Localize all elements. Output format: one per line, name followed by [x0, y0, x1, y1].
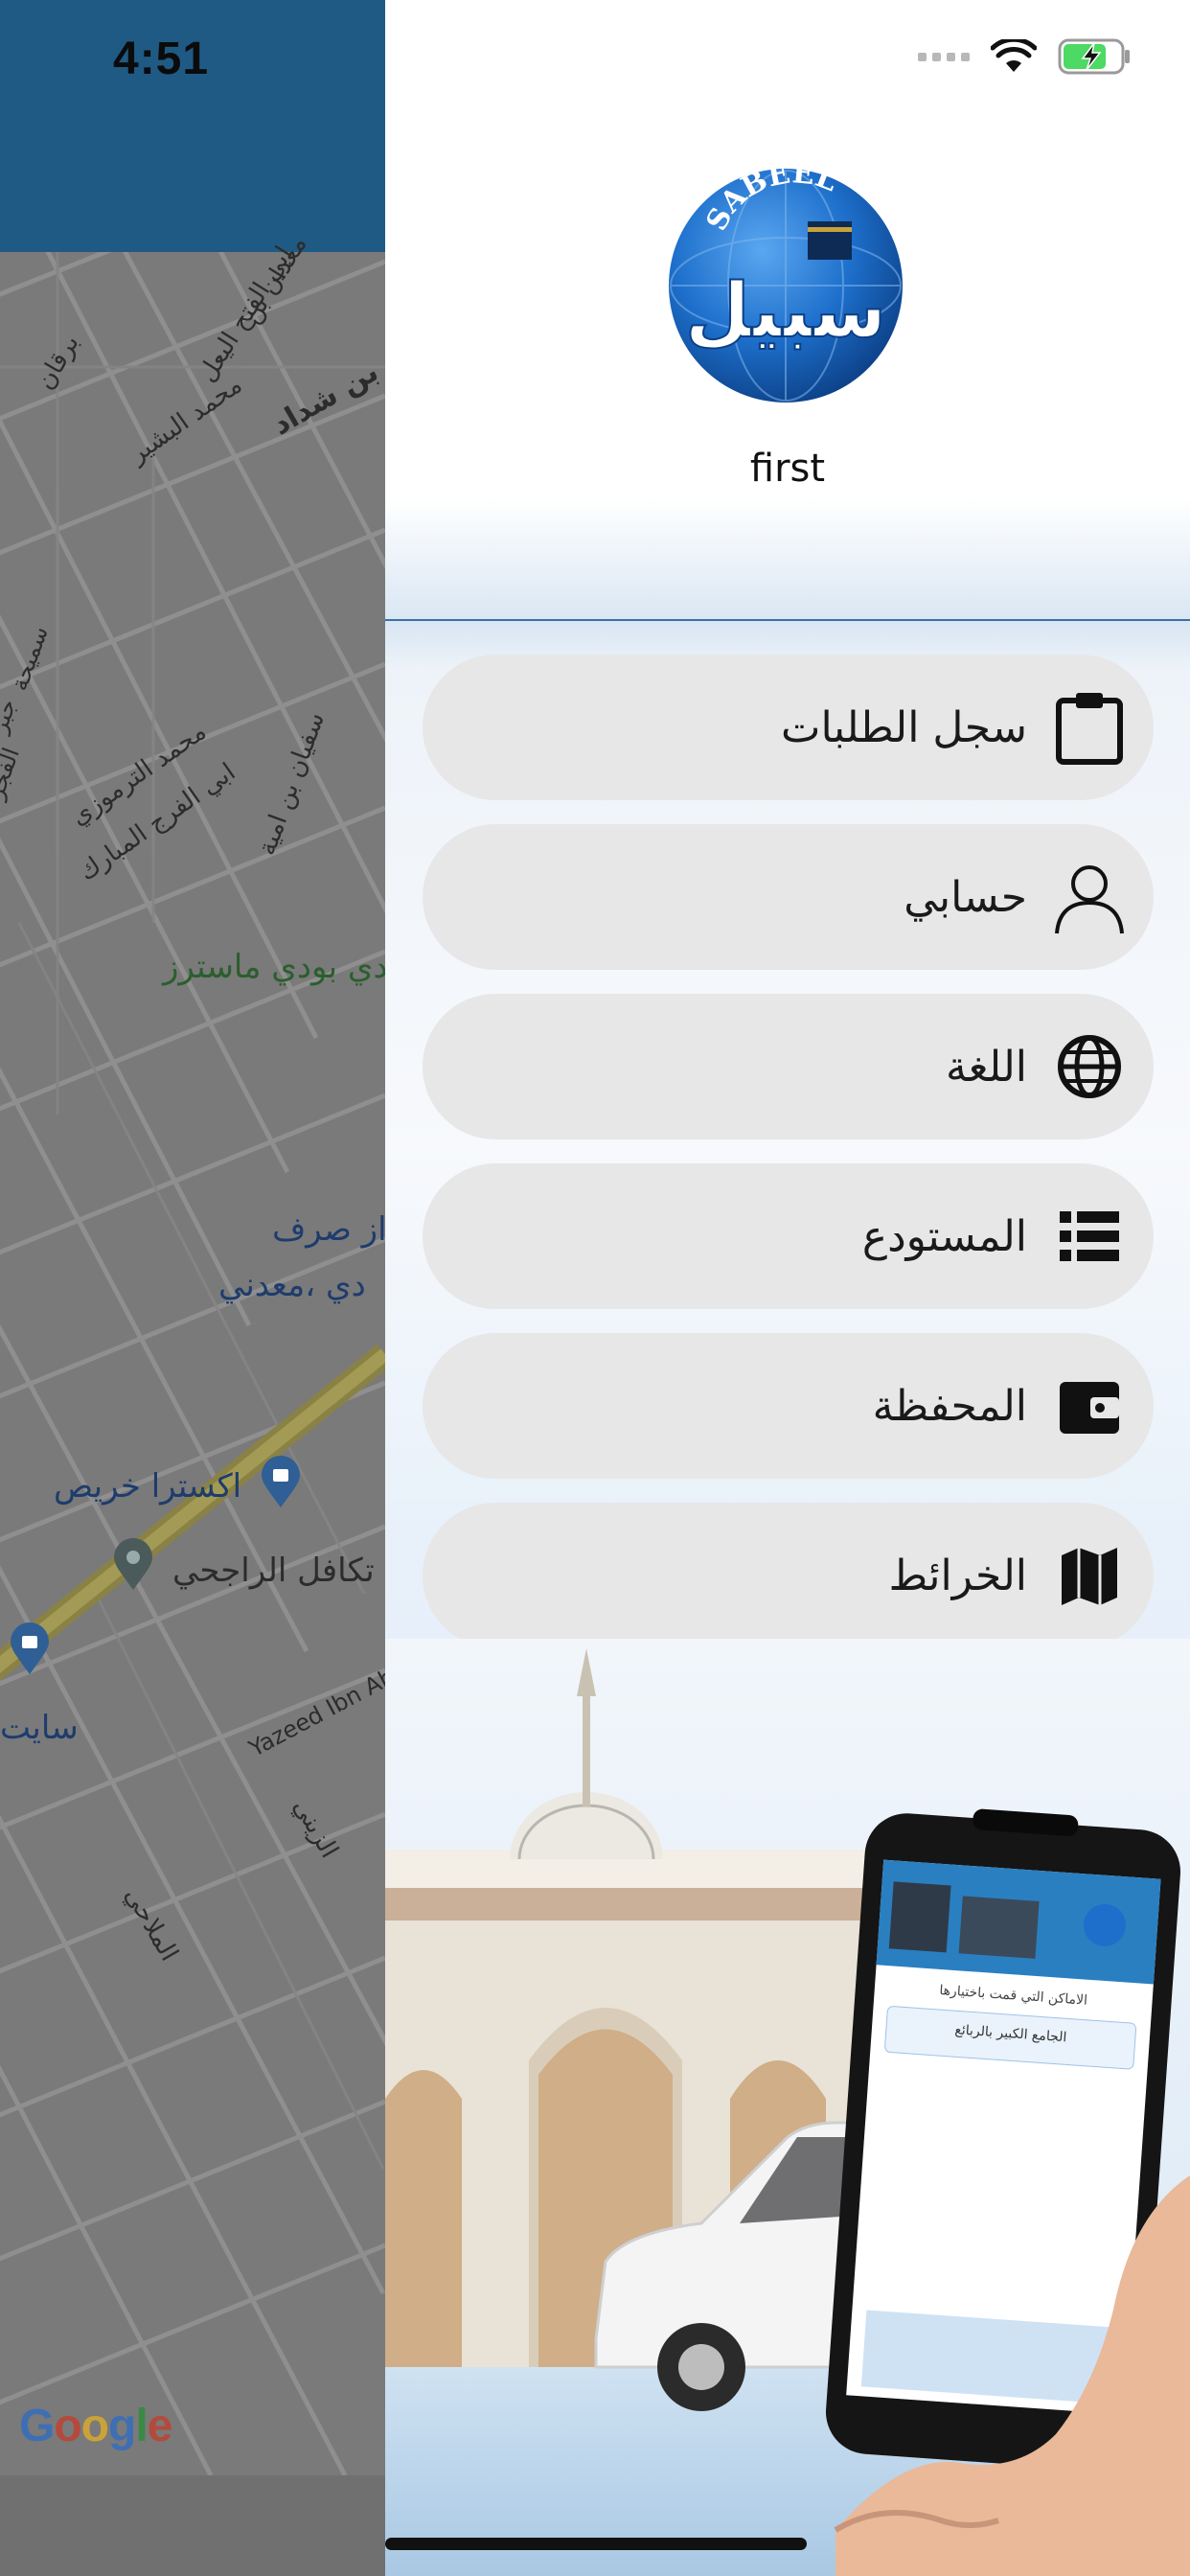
menu-item-maps[interactable]: الخرائط — [423, 1503, 1154, 1648]
menu-item-label: اللغة — [945, 1042, 1027, 1092]
map-bottom-bar — [0, 2475, 385, 2576]
username: first — [749, 447, 826, 491]
status-indicators — [918, 38, 1133, 75]
place-pin-icon[interactable] — [111, 1538, 155, 1592]
menu-item-label: المحفظة — [872, 1381, 1027, 1431]
user-icon — [1050, 858, 1129, 936]
shop-pin-icon[interactable] — [8, 1622, 52, 1676]
place-label-takaful[interactable]: تكافل الراجحي — [172, 1552, 375, 1590]
map-background: 4:51 معدان بن ابي الفتح اليعل رة بن شداد… — [0, 0, 385, 2576]
map-view[interactable]: معدان بن ابي الفتح اليعل رة بن شداد محمد… — [0, 231, 385, 2475]
place-label-body-masters[interactable]: دي بودي ماسترز — [163, 948, 385, 986]
menu-item-warehouse[interactable]: المستودع — [423, 1163, 1154, 1309]
map-icon — [1050, 1536, 1129, 1615]
home-indicator[interactable] — [385, 2538, 807, 2550]
side-drawer: SABEEL سبيل first سجل الطلبات حسابي اللغ… — [385, 0, 1190, 2576]
clipboard-icon — [1050, 688, 1129, 767]
cellular-signal-icon — [918, 52, 970, 61]
place-label-madani[interactable]: دي ،معدني — [218, 1266, 366, 1304]
menu-item-order-history[interactable]: سجل الطلبات — [423, 655, 1154, 800]
battery-charging-icon — [1058, 38, 1130, 75]
shop-pin-icon[interactable] — [259, 1456, 303, 1509]
wifi-icon — [991, 39, 1037, 72]
wallet-icon — [1050, 1367, 1129, 1445]
drawer-menu: سجل الطلبات حسابي اللغة المستودع المحفظة — [423, 655, 1154, 1672]
globe-icon — [1050, 1027, 1129, 1106]
place-label-extra[interactable]: اكسترا خريص — [54, 1467, 241, 1506]
menu-item-label: المستودع — [861, 1211, 1027, 1261]
place-label-site[interactable]: سايت — [0, 1709, 79, 1747]
google-attribution: Google — [19, 2401, 172, 2451]
menu-item-wallet[interactable]: المحفظة — [423, 1333, 1154, 1479]
menu-item-language[interactable]: اللغة — [423, 994, 1154, 1139]
status-time: 4:51 — [113, 34, 210, 84]
place-label-exchange[interactable]: از صرف — [272, 1210, 385, 1249]
menu-item-label: سجل الطلبات — [781, 702, 1027, 752]
warehouse-list-icon — [1050, 1197, 1129, 1276]
menu-item-label: حسابي — [904, 872, 1027, 922]
map-app-header: 4:51 — [0, 0, 385, 252]
promo-illustration: سبيل الاماكن التي قمت باختيارها الجامع ا… — [385, 1639, 1190, 2576]
map-streets — [0, 252, 385, 2475]
header-divider — [385, 619, 1190, 621]
sabeel-logo: SABEEL سبيل — [669, 166, 903, 402]
brand-arabic: سبيل — [685, 268, 886, 355]
menu-item-my-account[interactable]: حسابي — [423, 824, 1154, 970]
menu-item-label: الخرائط — [888, 1551, 1027, 1600]
